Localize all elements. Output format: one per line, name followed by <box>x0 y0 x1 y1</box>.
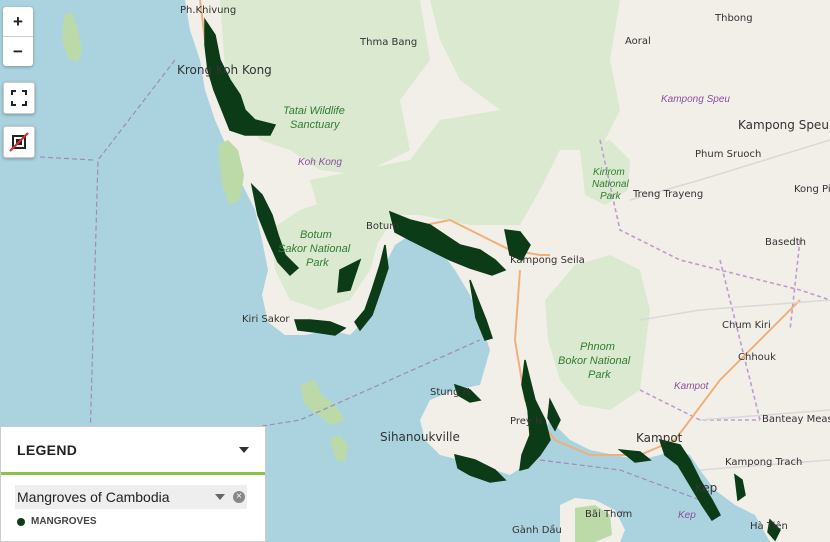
label-ganh-dau: Gành Dầu <box>512 524 562 536</box>
dropdown-caret-icon[interactable] <box>215 494 225 500</box>
label-prey-nob: Prey N <box>510 416 542 427</box>
label-treng-trayeng: Treng Trayeng <box>632 189 703 200</box>
remove-layer-icon[interactable]: × <box>233 491 245 503</box>
label-province-kampong-speu: Kampong Speu <box>661 94 730 105</box>
label-ph-khivung: Ph.Khivung <box>180 5 236 16</box>
zoom-out-button[interactable]: − <box>3 36 33 66</box>
label-kong-pi: Kong Pi <box>794 184 830 195</box>
legend-item: MANGROVES <box>17 516 97 527</box>
label-kampong-trach: Kampong Trach <box>725 457 802 468</box>
label-botum-3: Park <box>306 257 329 269</box>
label-province-kampot: Kampot <box>674 381 710 392</box>
label-banteay-meas: Banteay Meas <box>762 414 830 425</box>
label-chhouk: Chhouk <box>738 352 776 363</box>
collapse-caret-icon[interactable] <box>239 446 249 453</box>
label-kep: Kep <box>695 481 717 495</box>
label-aoral: Aoral <box>625 36 651 47</box>
label-sihanoukville: Sihanoukville <box>380 430 460 444</box>
label-phum-sruoch: Phum Sruoch <box>695 149 761 160</box>
legend-item-label: MANGROVES <box>31 516 97 527</box>
legend-title: LEGEND <box>17 441 78 458</box>
label-phnom-2: Bokor National <box>558 355 631 367</box>
disable-layer-button[interactable] <box>3 126 35 158</box>
label-kirirom-2: National <box>592 179 629 190</box>
label-botum: Botum <box>366 221 399 232</box>
label-kirirom-1: Kirirom <box>593 167 625 178</box>
label-tatai-2: Sanctuary <box>290 119 341 131</box>
mangrove-swatch <box>17 517 25 526</box>
legend-panel: LEGEND Mangroves of Cambodia × MANGROVES <box>0 426 266 542</box>
label-province-koh-kong: Koh Kong <box>298 157 342 168</box>
label-stung-hav: Stung H <box>430 387 470 398</box>
label-chum-kiri: Chum Kiri <box>722 320 771 331</box>
label-kampot: Kampot <box>636 431 683 445</box>
label-thbong: Thbong <box>714 13 753 24</box>
label-province-kep: Kep <box>678 510 696 521</box>
label-kampong-seila: Kampong Seila <box>510 255 585 266</box>
label-phnom-1: Phnom <box>580 341 615 353</box>
layer-selector[interactable]: Mangroves of Cambodia × <box>15 485 247 509</box>
zoom-in-button[interactable]: + <box>3 7 33 36</box>
legend-header[interactable]: LEGEND <box>1 427 265 475</box>
label-bai-thom: Bãi Thơm <box>585 509 632 520</box>
fullscreen-button[interactable] <box>3 82 35 114</box>
label-basedth: Basedth <box>765 237 806 248</box>
zoom-control: + − <box>3 7 33 66</box>
label-phnom-3: Park <box>588 369 611 381</box>
fullscreen-icon <box>11 90 27 106</box>
label-tatai-1: Tatai Wildlife <box>283 105 345 117</box>
label-kirirom-3: Park <box>600 191 622 202</box>
label-kampong-speu: Kampong Speu <box>738 118 829 132</box>
label-krong-koh-kong: Krong Koh Kong <box>177 63 272 77</box>
layer-name: Mangroves of Cambodia <box>17 489 170 505</box>
label-kiri-sakor: Kiri Sakor <box>242 314 290 325</box>
label-thma-bang: Thma Bang <box>359 37 417 48</box>
no-layer-icon <box>9 132 29 152</box>
label-botum-1: Botum <box>300 229 332 241</box>
label-ha-tien: Hà Tiên <box>750 520 788 532</box>
label-botum-2: Sakor National <box>278 243 351 255</box>
